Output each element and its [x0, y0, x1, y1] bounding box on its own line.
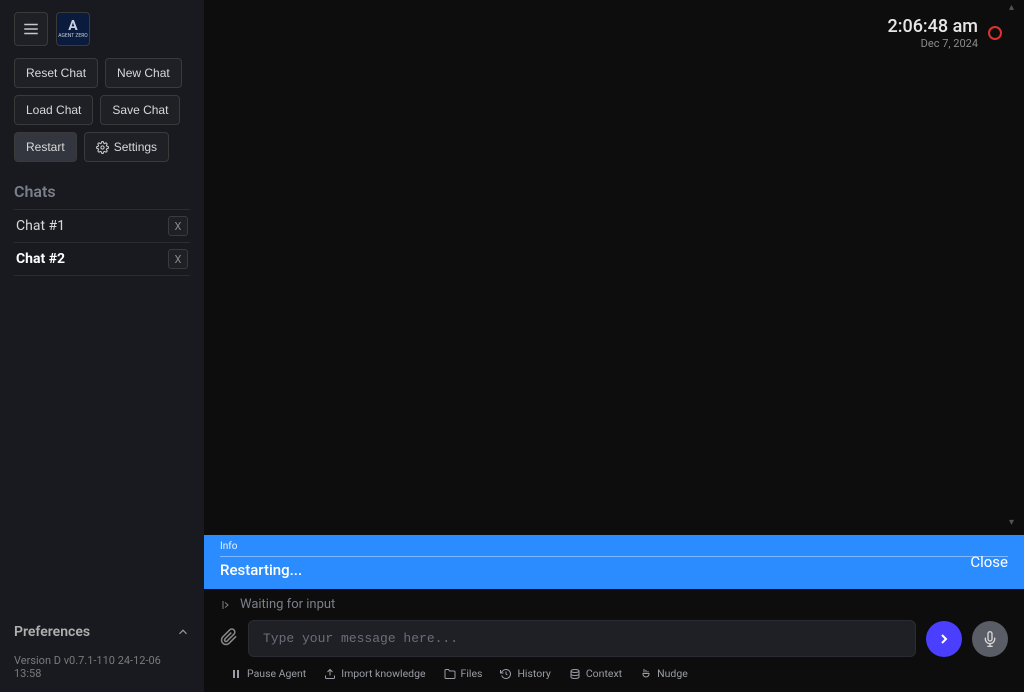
settings-button[interactable]: Settings: [84, 132, 169, 162]
chat-messages-area: [204, 0, 1024, 535]
pause-agent-button[interactable]: Pause Agent: [230, 667, 306, 680]
sidebar-bottom: Preferences Version D v0.7.1-110 24-12-0…: [14, 616, 190, 680]
tool-label: History: [517, 667, 550, 680]
new-chat-button[interactable]: New Chat: [105, 58, 182, 88]
sidebar: A AGENT ZERO Reset Chat New Chat Load Ch…: [0, 0, 204, 692]
chat-item-label: Chat #2: [16, 251, 65, 267]
nudge-button[interactable]: Nudge: [640, 667, 688, 680]
pause-icon: [230, 668, 242, 680]
upload-icon: [324, 668, 336, 680]
chat-item-label: Chat #1: [16, 218, 65, 234]
layers-icon: [569, 668, 581, 680]
chat-close-button[interactable]: X: [168, 249, 188, 269]
chat-list-item[interactable]: Chat #1 X: [14, 210, 190, 243]
info-label: Info: [220, 541, 1008, 552]
settings-label: Settings: [114, 140, 157, 154]
reset-chat-button[interactable]: Reset Chat: [14, 58, 98, 88]
menu-toggle-button[interactable]: [14, 12, 48, 46]
info-close-button[interactable]: Close: [970, 553, 1008, 571]
chat-list: Chat #1 X Chat #2 X: [14, 209, 190, 276]
restart-button[interactable]: Restart: [14, 132, 77, 162]
cursor-icon: [220, 599, 232, 611]
attach-button[interactable]: [220, 628, 238, 650]
time-text: 2:06:48 am Dec 7, 2024: [887, 16, 978, 50]
chats-heading: Chats: [14, 182, 190, 201]
save-chat-button[interactable]: Save Chat: [100, 95, 180, 125]
logo-glyph: A: [68, 19, 77, 33]
input-row: [220, 620, 1008, 657]
tool-label: Files: [461, 667, 483, 680]
version-text: Version D v0.7.1-110 24-12-06 13:58: [14, 648, 190, 680]
tool-label: Pause Agent: [247, 667, 306, 680]
status-row: Waiting for input: [220, 597, 1008, 612]
info-banner: Info Restarting... Close: [204, 535, 1024, 589]
chat-close-button[interactable]: X: [168, 216, 188, 236]
files-button[interactable]: Files: [444, 667, 483, 680]
sidebar-top: A AGENT ZERO: [14, 12, 190, 46]
context-button[interactable]: Context: [569, 667, 622, 680]
hamburger-icon: [22, 20, 40, 38]
preferences-label: Preferences: [14, 624, 90, 640]
clock-block: 2:06:48 am Dec 7, 2024: [887, 16, 1002, 50]
logo-text: AGENT ZERO: [58, 33, 87, 39]
pointer-icon: [640, 668, 652, 680]
status-indicator-icon: [988, 26, 1002, 40]
chevron-right-icon: [936, 631, 952, 647]
tool-label: Nudge: [657, 667, 688, 680]
info-divider: [220, 556, 1008, 557]
history-button[interactable]: History: [500, 667, 550, 680]
action-buttons: Reset Chat New Chat Load Chat Save Chat …: [14, 58, 190, 162]
message-input[interactable]: [248, 620, 916, 657]
history-icon: [500, 668, 512, 680]
tool-label: Import knowledge: [341, 667, 425, 680]
app-logo: A AGENT ZERO: [56, 12, 90, 46]
tool-label: Context: [586, 667, 622, 680]
time-value: 2:06:48 am: [887, 16, 978, 37]
input-toolbar: Pause Agent Import knowledge Files Histo…: [220, 667, 1008, 680]
import-knowledge-button[interactable]: Import knowledge: [324, 667, 425, 680]
mic-button[interactable]: [972, 621, 1008, 657]
waiting-text: Waiting for input: [240, 597, 335, 612]
load-chat-button[interactable]: Load Chat: [14, 95, 93, 125]
send-button[interactable]: [926, 621, 962, 657]
date-value: Dec 7, 2024: [887, 37, 978, 50]
main-area: ▴ 2:06:48 am Dec 7, 2024 ▾ Info Restarti…: [204, 0, 1024, 692]
input-section: Waiting for input: [204, 589, 1024, 692]
scroll-indicator-bottom: ▾: [1009, 517, 1014, 528]
chevron-up-icon: [176, 625, 190, 639]
folder-icon: [444, 668, 456, 680]
scroll-indicator-top: ▴: [1009, 2, 1014, 13]
preferences-toggle[interactable]: Preferences: [14, 616, 190, 648]
gear-icon: [96, 141, 109, 154]
microphone-icon: [982, 631, 998, 647]
chat-list-item[interactable]: Chat #2 X: [14, 243, 190, 276]
info-message: Restarting...: [220, 561, 1008, 579]
paperclip-icon: [220, 628, 238, 646]
